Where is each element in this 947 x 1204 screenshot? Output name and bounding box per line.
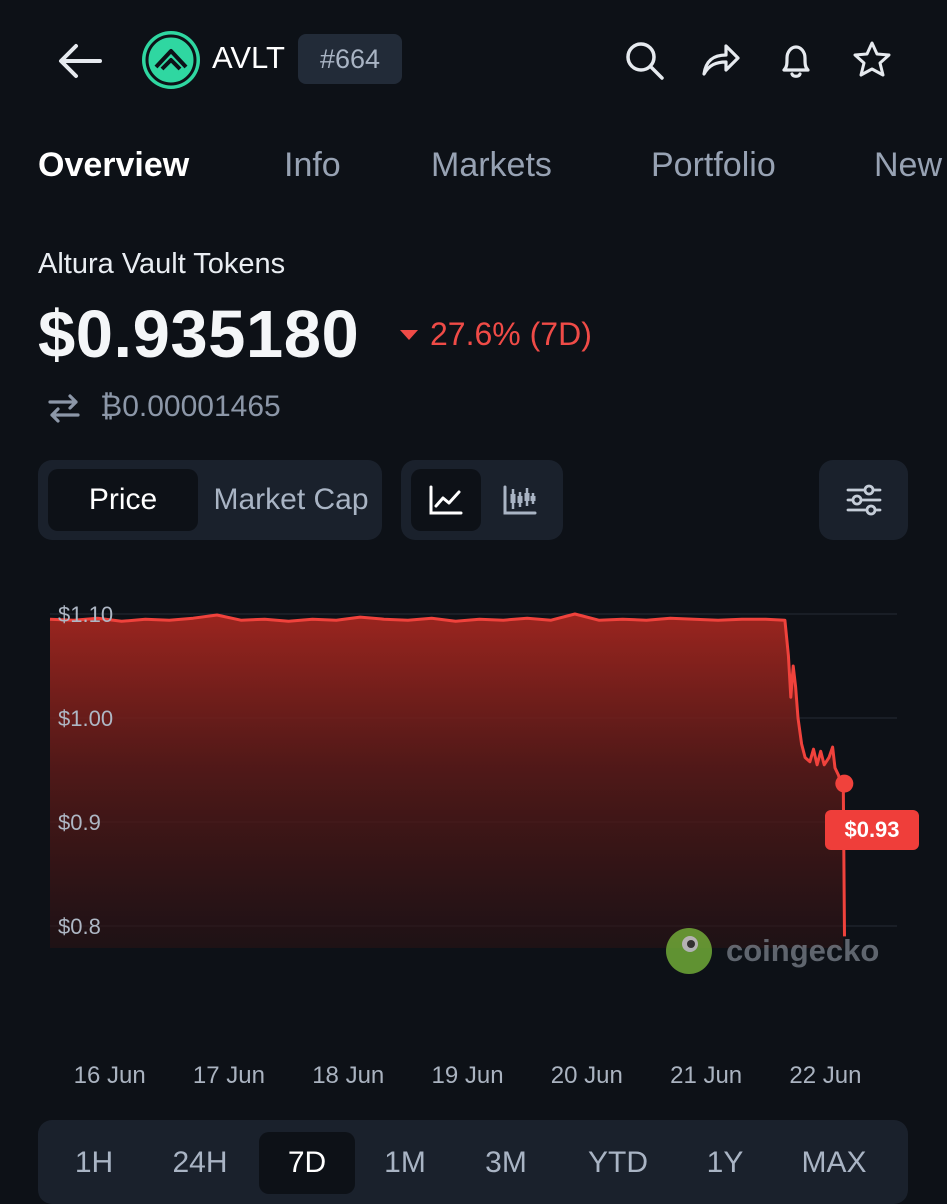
y-tick-label: $0.9 (58, 810, 101, 835)
range-1y[interactable]: 1Y (690, 1132, 760, 1194)
price-area (50, 614, 844, 948)
x-tick-label: 21 Jun (670, 1062, 743, 1089)
y-tick-label: $0.8 (58, 914, 101, 939)
range-24h[interactable]: 24H (155, 1132, 245, 1194)
range-ytd[interactable]: YTD (573, 1132, 663, 1194)
x-tick-label: 20 Jun (550, 1062, 623, 1089)
range-max[interactable]: MAX (786, 1132, 882, 1194)
x-tick-label: 16 Jun (73, 1062, 146, 1089)
y-tick-label: $1.00 (58, 706, 113, 731)
last-price-dot (835, 774, 854, 793)
x-tick-label: 22 Jun (789, 1062, 862, 1089)
gecko-logo-icon (666, 928, 712, 974)
x-tick-label: 17 Jun (192, 1062, 265, 1089)
x-tick-label: 19 Jun (431, 1062, 504, 1089)
price-chart[interactable]: $1.10 $1.00 $0.9 $0.8 (0, 0, 947, 1200)
range-3m[interactable]: 3M (464, 1132, 548, 1194)
watermark-text: coingecko (726, 933, 880, 968)
time-range-bar: 1H 24H 7D 1M 3M YTD 1Y MAX (38, 1120, 908, 1204)
coingecko-watermark: coingecko (666, 928, 879, 974)
y-tick-label: $1.10 (58, 602, 113, 627)
last-price-tag: $0.93 (825, 810, 919, 850)
range-7d[interactable]: 7D (259, 1132, 355, 1194)
x-tick-label: 18 Jun (312, 1062, 385, 1089)
range-1h[interactable]: 1H (59, 1132, 129, 1194)
range-1m[interactable]: 1M (365, 1132, 445, 1194)
